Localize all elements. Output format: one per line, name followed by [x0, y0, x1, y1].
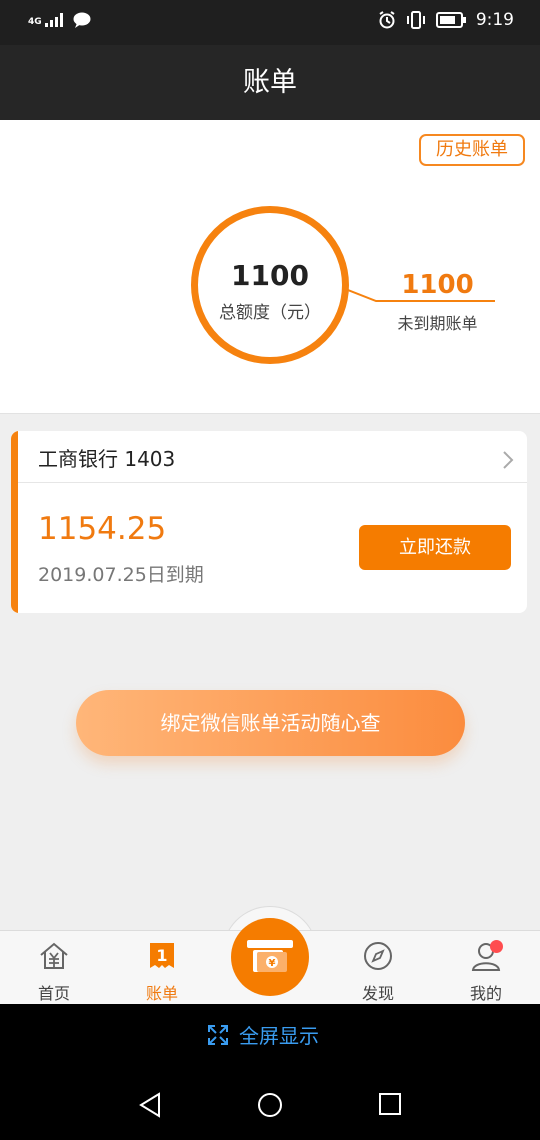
- tab-discover-label: 发现: [361, 984, 394, 1003]
- svg-text:1: 1: [156, 946, 167, 965]
- svg-text:¥: ¥: [269, 958, 276, 969]
- page-title: 账单: [243, 67, 297, 98]
- home-yen-icon: [40, 942, 68, 969]
- tab-bill-label: 账单: [145, 984, 178, 1003]
- expand-icon: [208, 1024, 228, 1045]
- bill-icon: 1: [150, 943, 174, 968]
- card-divider: [18, 482, 527, 483]
- chevron-right-icon[interactable]: [501, 449, 515, 471]
- fullscreen-button[interactable]: 全屏显示: [207, 1020, 319, 1049]
- total-credit-value: 1100: [231, 259, 309, 292]
- notification-badge: [490, 940, 503, 953]
- signal-icon: 4G: [28, 13, 65, 27]
- tab-discover[interactable]: 发现: [324, 931, 432, 1005]
- alarm-icon: [379, 11, 395, 29]
- history-bills-button[interactable]: 历史账单: [419, 134, 525, 166]
- cash-payment-icon: ¥: [247, 940, 293, 972]
- bill-due-date: 2019.07.25日到期: [38, 564, 204, 586]
- tab-home-label: 首页: [37, 984, 70, 1003]
- status-bar: 4G 9:19: [0, 0, 540, 45]
- tab-home[interactable]: 首页: [0, 931, 108, 1005]
- fullscreen-label: 全屏显示: [239, 1024, 319, 1048]
- battery-icon: [435, 12, 466, 28]
- card-accent-bar: [11, 431, 18, 613]
- fullscreen-bar: 全屏显示: [0, 1004, 540, 1064]
- message-icon: [73, 12, 91, 28]
- undue-bill-value: 1100: [401, 270, 474, 300]
- tab-mine[interactable]: 我的: [432, 931, 540, 1005]
- tab-mine-label: 我的: [469, 984, 502, 1003]
- status-right: 9:19: [378, 10, 514, 30]
- bind-wechat-button[interactable]: 绑定微信账单活动随心查: [76, 690, 465, 756]
- compass-icon: [364, 942, 392, 970]
- system-nav-bar: [0, 1064, 540, 1140]
- undue-bill-label: 未到期账单: [397, 314, 478, 333]
- back-icon[interactable]: [138, 1092, 162, 1118]
- vibrate-icon: [406, 11, 425, 29]
- bank-name: 工商银行 1403: [38, 447, 176, 471]
- bill-summary: 历史账单 1100 总额度（元） 1100 未到期账单: [0, 120, 540, 414]
- bank-bill-card[interactable]: 工商银行 1403 1154.25 2019.07.25日到期 立即还款: [11, 431, 527, 613]
- network-type-label: 4G: [28, 17, 42, 27]
- recent-apps-icon[interactable]: [378, 1092, 402, 1116]
- status-left: 4G: [28, 12, 91, 28]
- total-credit-ring: 1100 总额度（元）: [191, 206, 349, 364]
- bill-amount: 1154.25: [38, 511, 167, 547]
- page-header: 账单: [0, 45, 540, 120]
- home-circle-icon[interactable]: [257, 1092, 283, 1118]
- total-credit-label: 总额度（元）: [219, 303, 321, 323]
- clock: 9:19: [475, 10, 514, 30]
- tab-bill[interactable]: 1 账单: [108, 931, 216, 1005]
- cash-payment-button[interactable]: ¥: [231, 918, 309, 996]
- repay-now-button[interactable]: 立即还款: [359, 525, 511, 570]
